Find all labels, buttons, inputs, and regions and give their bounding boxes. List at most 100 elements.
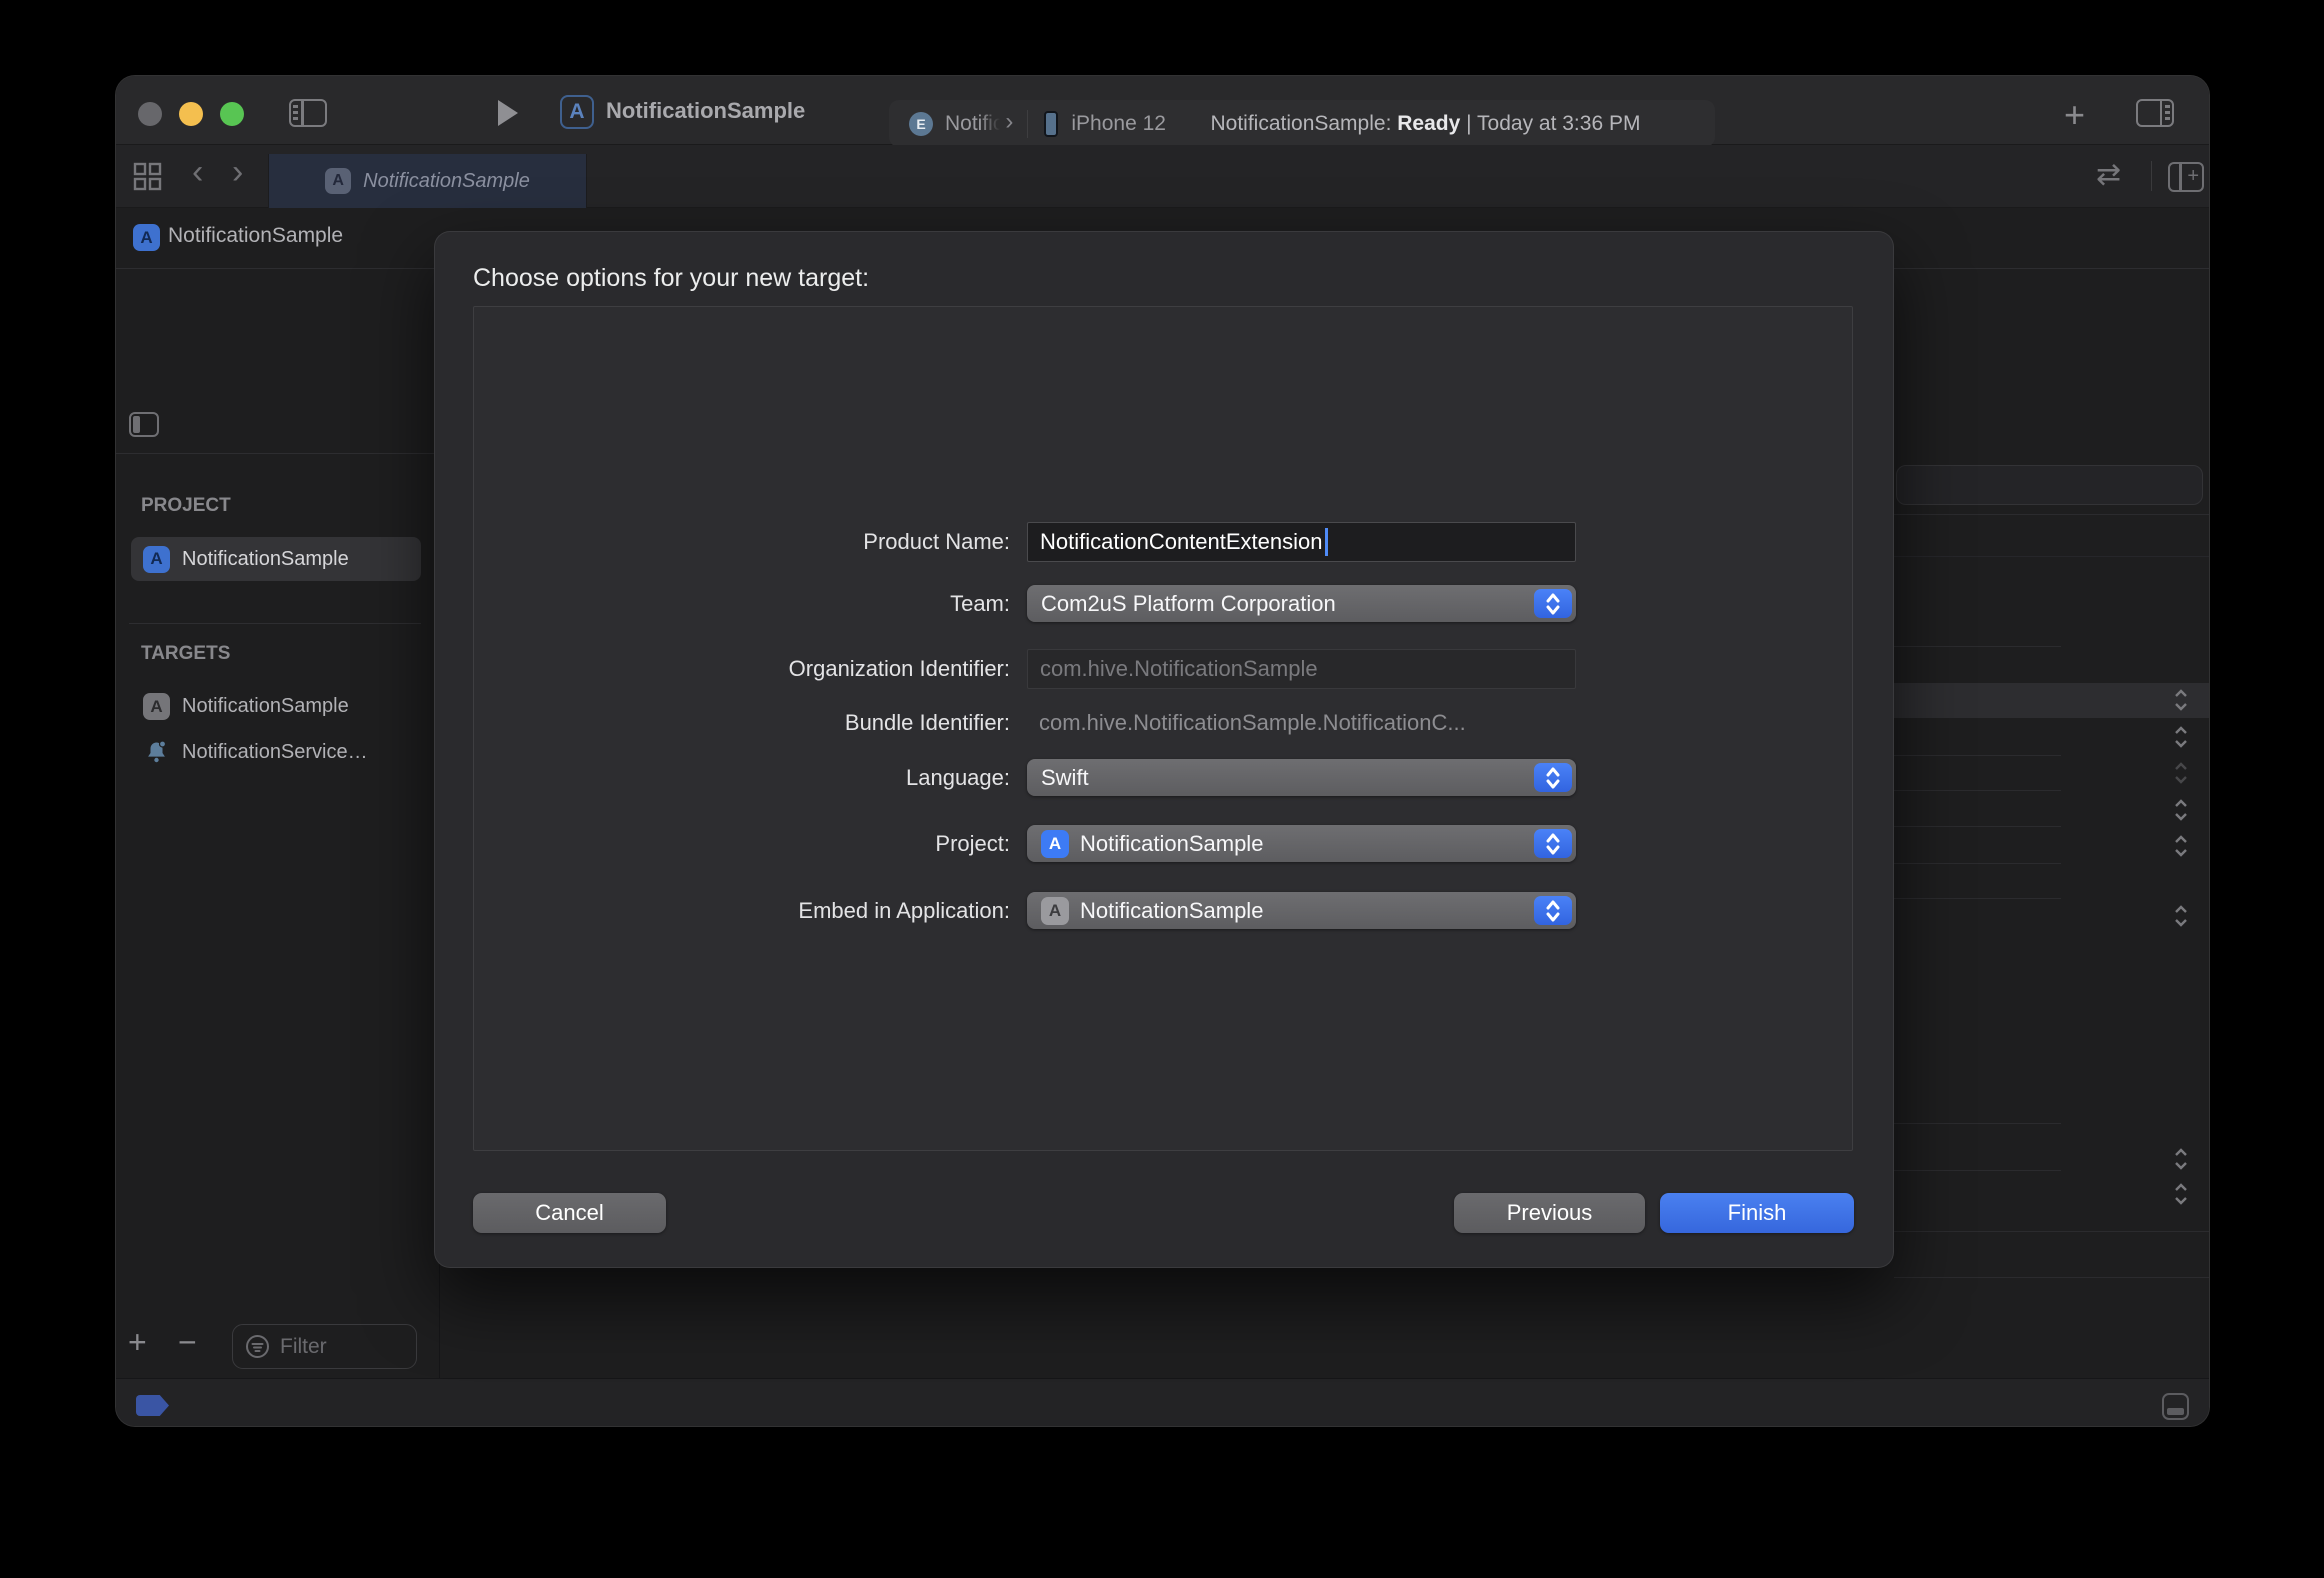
row-divider: [1894, 556, 2210, 557]
status-time: | Today at 3:36 PM: [1466, 112, 1640, 135]
sidebar-item-target-notificationservice[interactable]: NotificationService…: [143, 739, 368, 766]
project-label: Project:: [435, 831, 1010, 857]
filter-field[interactable]: Filter: [232, 1324, 417, 1369]
tab-label: NotificationSample: [363, 170, 530, 193]
toggle-inspector-icon[interactable]: [2136, 99, 2174, 127]
popup-chevrons-icon: [1534, 829, 1572, 858]
popup-chevrons-icon: [2173, 760, 2189, 786]
previous-button[interactable]: Previous: [1454, 1193, 1645, 1233]
activity-viewer: NotificationSample: Ready | Today at 3:3…: [1166, 112, 1715, 136]
tab-overview-grid-icon[interactable]: [133, 162, 163, 192]
project-item-label: NotificationSample: [182, 548, 349, 571]
scheme-name[interactable]: Notific: [945, 112, 1003, 136]
dialog-title: Choose options for your new target:: [473, 264, 869, 293]
add-target-button[interactable]: +: [128, 1324, 147, 1361]
sidebar-item-project-notificationsample[interactable]: A NotificationSample: [131, 537, 421, 581]
row-divider: [1894, 1231, 2210, 1232]
build-settings-toolbar-fragment: [1896, 465, 2203, 505]
filter-icon: [245, 1334, 270, 1359]
team-popup[interactable]: Com2uS Platform Corporation: [1027, 585, 1576, 622]
bundle-identifier-value: com.hive.NotificationSample.Notification…: [1027, 710, 1466, 736]
sidebar-divider: [129, 623, 421, 624]
embed-app-icon: A: [1041, 897, 1069, 925]
target-service-label: NotificationService…: [182, 741, 368, 764]
project-value: NotificationSample: [1080, 831, 1263, 857]
target-app-icon: A: [143, 693, 170, 720]
project-section-header: PROJECT: [141, 495, 231, 517]
project-app-icon: A: [1041, 830, 1069, 858]
window-minimize-button[interactable]: [179, 102, 203, 126]
form-row-team: Team: Com2uS Platform Corporation: [435, 585, 1576, 622]
product-name-value: NotificationContentExtension: [1040, 529, 1323, 555]
row-divider: [1894, 898, 2061, 899]
remove-target-button[interactable]: −: [178, 1324, 197, 1361]
text-cursor: [1325, 528, 1328, 556]
tabbar-separator: [2151, 161, 2152, 191]
xcode-window: A NotificationSample E Notific › iPhone …: [115, 75, 2210, 1427]
pane-divider: [116, 453, 439, 454]
popup-chevrons-icon: [2173, 687, 2189, 713]
debug-bar: [116, 1378, 2209, 1427]
popup-chevrons-icon: [2173, 903, 2189, 929]
run-destination[interactable]: iPhone 12: [1071, 112, 1166, 136]
organization-identifier-value: com.hive.NotificationSample: [1040, 656, 1318, 682]
tab-bar: ‹ › A NotificationSample ⇄ +: [116, 145, 2209, 208]
swap-editor-icon[interactable]: ⇄: [2096, 157, 2121, 192]
window-zoom-button[interactable]: [220, 102, 244, 126]
embed-in-application-popup[interactable]: A NotificationSample: [1027, 892, 1576, 929]
popup-chevrons-icon: [2173, 833, 2189, 859]
popup-chevrons-icon: [2173, 724, 2189, 750]
row-divider: [1894, 863, 2061, 864]
bell-icon: [143, 739, 170, 766]
popup-chevrons-icon: [2173, 1181, 2189, 1207]
bundle-identifier-label: Bundle Identifier:: [435, 710, 1010, 736]
hide-targets-list-icon[interactable]: [129, 412, 159, 437]
embed-in-application-label: Embed in Application:: [435, 898, 1010, 924]
window-close-button[interactable]: [138, 102, 162, 126]
scheme-chevron-icon[interactable]: ›: [1005, 108, 1013, 136]
organization-identifier-field: com.hive.NotificationSample: [1027, 649, 1576, 689]
language-value: Swift: [1041, 765, 1089, 791]
language-popup[interactable]: Swift: [1027, 759, 1576, 796]
form-row-organization-identifier: Organization Identifier: com.hive.Notifi…: [435, 649, 1576, 689]
back-button[interactable]: ‹: [192, 153, 203, 192]
popup-chevrons-icon: [2173, 1146, 2189, 1172]
run-button[interactable]: [498, 100, 518, 126]
add-editor-icon[interactable]: +: [2168, 162, 2204, 192]
filter-placeholder: Filter: [280, 1335, 327, 1359]
popup-chevrons-icon: [1534, 763, 1572, 792]
add-editor-plus: +: [2187, 165, 2199, 188]
project-popup[interactable]: A NotificationSample: [1027, 825, 1576, 862]
language-label: Language:: [435, 765, 1010, 791]
library-add-button[interactable]: +: [2064, 94, 2085, 136]
targets-section-header: TARGETS: [141, 643, 230, 665]
window-project-title: NotificationSample: [606, 98, 805, 124]
popup-chevrons-icon: [1534, 896, 1572, 925]
forward-button[interactable]: ›: [232, 153, 243, 192]
popup-chevrons-icon: [1534, 589, 1572, 618]
iphone-icon: [1044, 111, 1058, 137]
tab-notificationsample[interactable]: A NotificationSample: [268, 154, 587, 208]
breakpoint-tag-icon[interactable]: [136, 1395, 169, 1416]
form-row-product-name: Product Name: NotificationContentExtensi…: [435, 522, 1576, 562]
toggle-debug-area-icon[interactable]: [2162, 1393, 2189, 1420]
product-name-field[interactable]: NotificationContentExtension: [1027, 522, 1576, 562]
popup-chevrons-icon: [2173, 797, 2189, 823]
scheme-extension-badge[interactable]: E: [909, 112, 933, 136]
scheme-status-pill: E Notific › iPhone 12 NotificationSample…: [889, 100, 1715, 147]
sidebar-item-target-notificationsample[interactable]: A NotificationSample: [143, 693, 349, 720]
finish-button[interactable]: Finish: [1660, 1193, 1854, 1233]
desktop: A NotificationSample E Notific › iPhone …: [0, 0, 2324, 1578]
target-app-label: NotificationSample: [182, 695, 349, 718]
pill-divider: [1027, 110, 1028, 138]
embed-value: NotificationSample: [1080, 898, 1263, 924]
toggle-navigator-icon[interactable]: [289, 99, 327, 127]
toolbar: A NotificationSample E Notific › iPhone …: [116, 76, 2209, 145]
cancel-button[interactable]: Cancel: [473, 1193, 666, 1233]
row-divider: [1894, 826, 2061, 827]
row-divider: [1894, 646, 2061, 647]
tab-app-icon: A: [325, 168, 351, 194]
project-app-icon: A: [143, 546, 170, 573]
status-state: Ready: [1397, 112, 1460, 135]
jumpbar-project-name[interactable]: NotificationSample: [168, 224, 343, 248]
